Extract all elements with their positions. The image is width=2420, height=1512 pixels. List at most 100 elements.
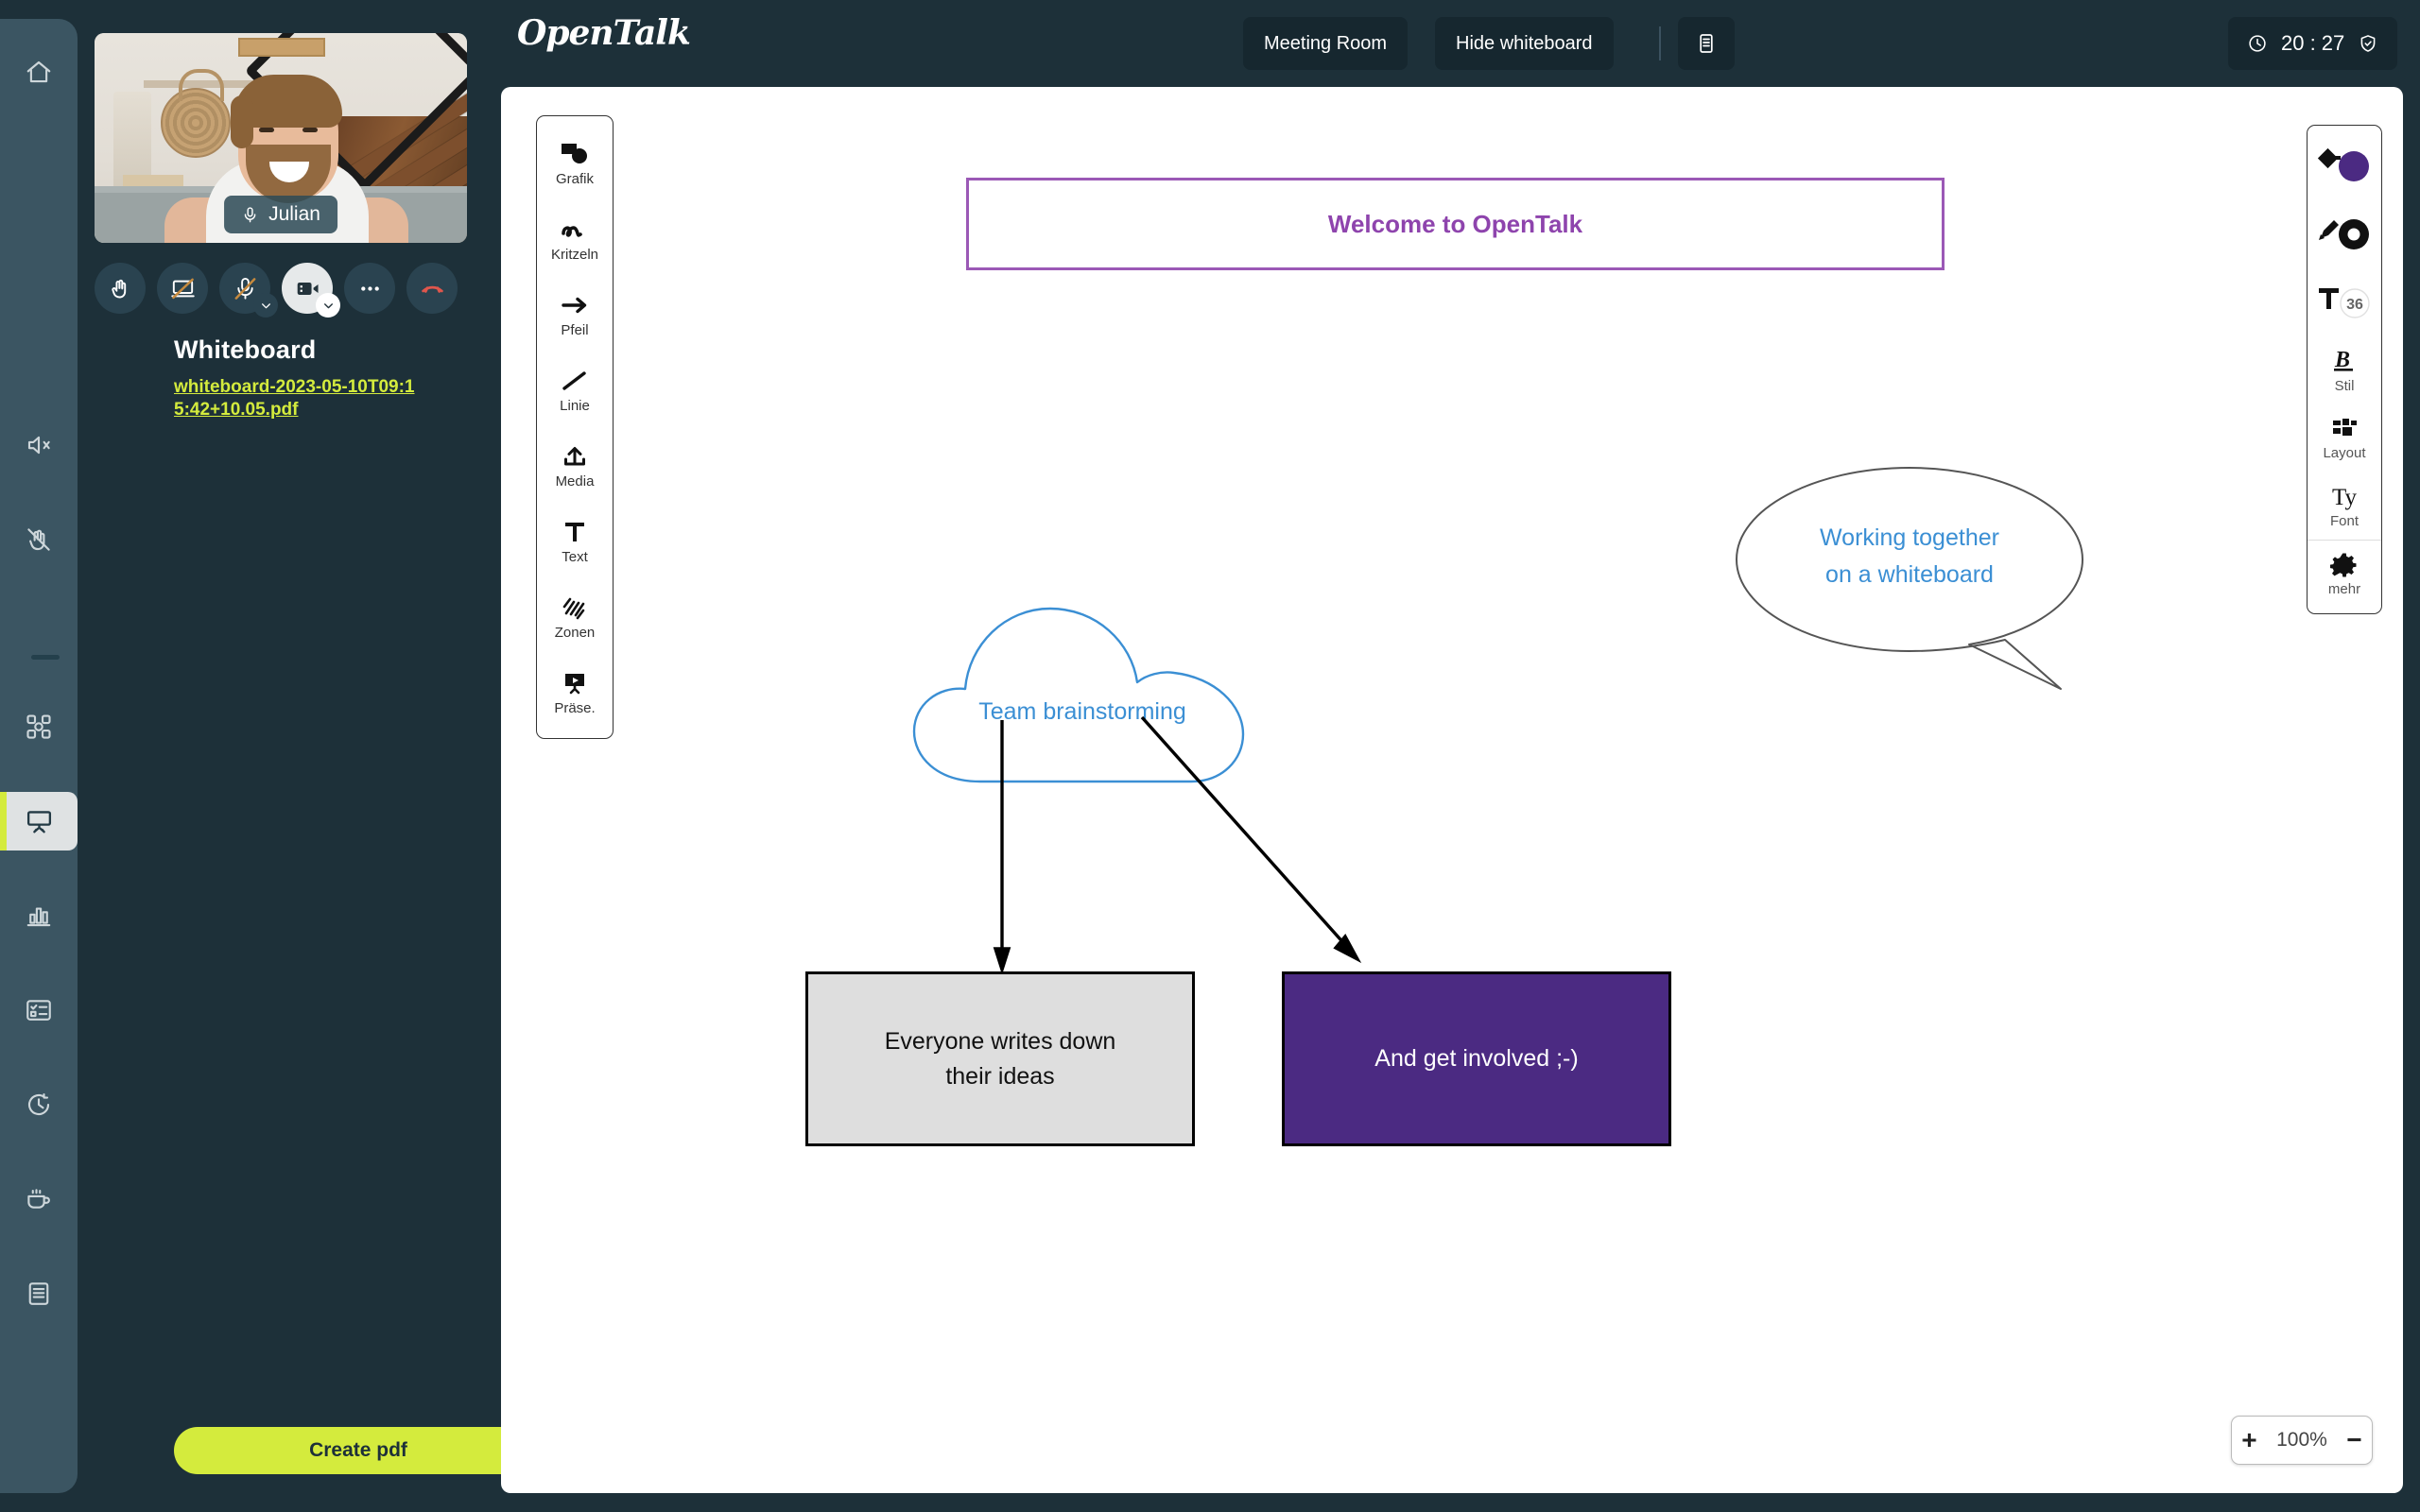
more-options-button[interactable] [344,263,395,314]
bubble-text-line2: on a whiteboard [1825,561,1994,588]
sidebar-item-speaker-muted[interactable] [0,416,78,474]
microphone-icon [244,206,256,222]
sidebar-item-protocol[interactable] [0,1264,78,1323]
meeting-timer: 20 : 27 [2228,17,2398,70]
arrow-diagonal-head [1333,933,1362,964]
camera-options-chevron[interactable] [316,293,340,318]
style-label: mehr [2327,581,2361,597]
sidebar-item-hand-lowered[interactable] [0,510,78,569]
speaker-mute-icon [27,436,50,455]
tool-label: Präse. [554,699,596,716]
app-logo: OpenTalk [517,13,691,53]
layout-button[interactable]: Layout [2308,404,2381,472]
more-settings-button[interactable]: mehr [2308,540,2381,608]
hair [231,75,342,148]
whiteboard-style-palette: 36 B Stil Layout Ty Font mehr [2307,125,2382,614]
style-label: Font [2329,512,2359,529]
tool-text[interactable]: Text [537,504,613,579]
style-label: Layout [2323,444,2366,461]
hang-up-button[interactable] [406,263,458,314]
participant-name: Julian [268,203,320,225]
notes-button[interactable] [1678,17,1735,70]
toolbar-divider [1659,26,1661,60]
meeting-room-button[interactable]: Meeting Room [1243,17,1409,70]
chevron-down-icon [261,302,270,308]
style-button[interactable]: B Stil [2308,335,2381,404]
line-icon [562,370,586,390]
text-t-icon [565,522,584,541]
rail-background [0,19,78,1493]
welcome-banner-shape[interactable]: Welcome to OpenTalk [966,178,1945,270]
tool-media[interactable]: Media [537,428,613,504]
whiteboard-tool-palette: Grafik Kritzeln Pfeil Linie Media Text Z… [536,115,614,739]
bubble-text-line1: Working together [1820,524,1999,552]
home-icon [26,60,51,83]
document-lines-icon [28,1282,49,1305]
tool-praese[interactable]: Präse. [537,655,613,730]
box-gray-line1: Everyone writes down [884,1028,1116,1056]
note-box-purple[interactable]: And get involved ;-) [1282,971,1671,1146]
straw-bag-decor [161,69,231,158]
screen-share-off-icon [170,278,195,299]
fill-color-button[interactable] [2308,131,2381,199]
zoom-in-button[interactable]: + [2241,1427,2256,1453]
poll-checklist-icon [26,1000,51,1021]
right-eye [302,128,318,132]
microphone-button[interactable] [219,263,278,318]
box-gray-text: Everyone writes down their ideas [885,1024,1116,1093]
zoom-out-button[interactable]: − [2346,1427,2361,1453]
left-eye [259,128,274,132]
font-button[interactable]: Ty Font [2308,472,2381,540]
raise-hand-button[interactable] [95,263,146,314]
apps-grid-icon [26,714,51,739]
whiteboard-easel-icon [26,810,51,833]
sidebar-item-apps[interactable] [0,697,78,756]
share-screen-button[interactable] [157,263,208,314]
typography-ty-icon: Ty [2332,485,2358,510]
upload-media-icon [564,446,585,465]
sidebar-item-statistics[interactable] [0,886,78,945]
paint-bucket-icon [2317,147,2369,181]
bold-b-icon: B [2334,348,2353,372]
rail-divider [31,655,60,660]
sidebar-item-coffee-break[interactable] [0,1170,78,1228]
zoom-control: + 100% − [2231,1416,2373,1465]
pdf-download-link[interactable]: whiteboard-2023-05-10T09:15:42+10.05.pdf [174,376,420,422]
left-icon-rail [0,0,78,1512]
tool-zonen[interactable]: Zonen [537,579,613,655]
tool-label: Grafik [555,170,594,187]
stroke-color-button[interactable] [2308,199,2381,267]
shapes-icon [562,143,587,163]
sidebar-item-home[interactable] [0,43,78,101]
svg-text:Ty: Ty [2332,485,2358,510]
scribble-icon [562,225,582,237]
camera-icon [297,282,319,295]
hide-whiteboard-button[interactable]: Hide whiteboard [1435,17,1614,70]
svg-text:36: 36 [2346,297,2363,313]
top-bar: OpenTalk Meeting Room Hide whiteboard 20… [484,0,2420,87]
participant-video-tile[interactable]: Julian [95,33,467,243]
arrow-down-head [993,947,1011,975]
bubble-label-wrap: Working together on a whiteboard [1725,460,2094,696]
tool-pfeil[interactable]: Pfeil [537,277,613,352]
pencil-icon [2319,219,2369,249]
text-size-button[interactable]: 36 [2308,267,2381,335]
sidebar-item-poll[interactable] [0,981,78,1040]
tool-grafik[interactable]: Grafik [537,126,613,201]
sidebar-item-timer[interactable] [0,1075,78,1134]
box-gray-line2: their ideas [945,1062,1055,1090]
create-pdf-button[interactable]: Create pdf [174,1427,543,1474]
sidebar-item-whiteboard[interactable] [0,792,78,850]
tool-kritzeln[interactable]: Kritzeln [537,201,613,277]
camera-button[interactable] [282,263,340,318]
hand-icon [111,279,126,298]
tool-linie[interactable]: Linie [537,352,613,428]
hand-lowered-icon [27,528,50,551]
note-box-gray[interactable]: Everyone writes down their ideas [805,971,1195,1146]
cloud-text: Team brainstorming [978,698,1186,725]
box-purple-text: And get involved ;-) [1374,1045,1579,1073]
clock-icon [2249,35,2266,52]
chevron-down-icon [323,302,333,308]
microphone-options-chevron[interactable] [253,293,278,318]
whiteboard-canvas[interactable]: Grafik Kritzeln Pfeil Linie Media Text Z… [501,87,2403,1493]
